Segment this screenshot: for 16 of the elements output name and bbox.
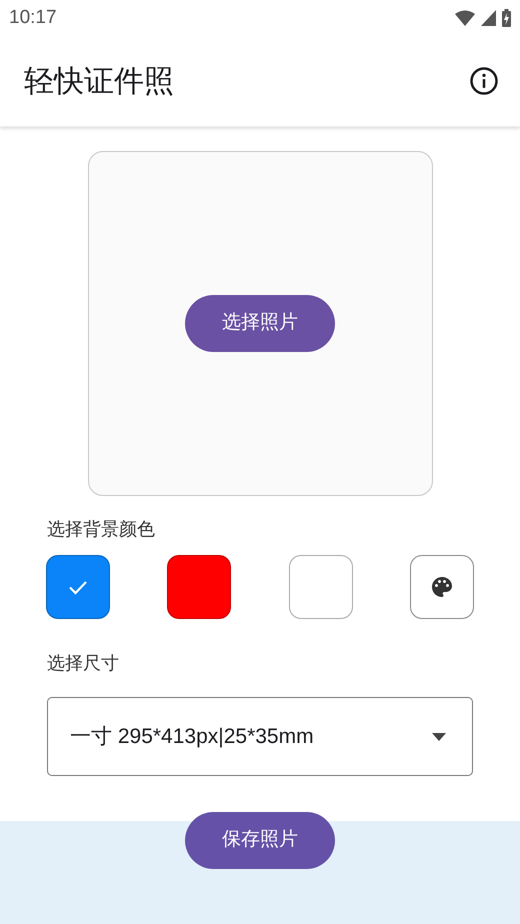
app-title: 轻快证件照 xyxy=(24,64,174,100)
status-time: 10:17 xyxy=(9,6,57,30)
palette-icon xyxy=(430,575,454,599)
info-button[interactable] xyxy=(468,65,500,97)
section-label: 选择背景颜色 xyxy=(47,518,156,541)
battery-icon xyxy=(502,9,511,27)
select-photo-button[interactable]: 选择照片 xyxy=(185,295,335,352)
custom-color-button[interactable] xyxy=(410,555,474,619)
dropdown-arrow-icon xyxy=(432,732,446,740)
signal-icon xyxy=(481,10,496,26)
save-photo-button[interactable]: 保存照片 xyxy=(185,812,335,869)
size-dropdown[interactable]: 一寸 295*413px|25*35mm xyxy=(47,697,473,776)
wifi-icon xyxy=(455,10,475,26)
color-swatch[interactable] xyxy=(288,555,353,619)
section-label: 选择尺寸 xyxy=(47,652,120,675)
photo-area[interactable]: 选择照片 xyxy=(88,151,432,496)
